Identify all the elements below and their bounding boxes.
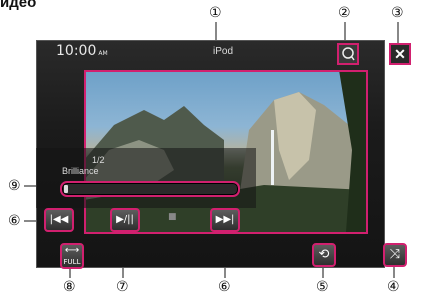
close-button[interactable]: ✕ — [389, 43, 411, 65]
stop-icon: ■ — [168, 212, 177, 222]
repeat-icon: ⟲ — [318, 247, 330, 262]
callout-8: ⑧ — [63, 279, 76, 295]
track-counter: 1/2 — [92, 155, 105, 165]
play-pause-button[interactable]: ▶/|| — [110, 208, 140, 232]
search-button[interactable] — [337, 43, 359, 65]
close-icon: ✕ — [394, 46, 406, 62]
slider-knob[interactable] — [64, 185, 68, 193]
callout-7: ⑦ — [116, 279, 129, 295]
search-icon — [342, 47, 355, 61]
callout-6-left: ⑥ — [8, 213, 21, 229]
brilliance-slider[interactable] — [60, 181, 240, 197]
shuffle-icon: ⤨ — [389, 247, 401, 262]
clock-time: 10:00 — [56, 43, 97, 59]
skip-back-icon: |◀◀ — [49, 214, 69, 225]
wide-mode-label: FULL — [63, 258, 81, 266]
repeat-button[interactable]: ⟲ — [312, 243, 336, 267]
settings-overlay — [36, 148, 256, 208]
wide-mode-icon: ⟷ — [64, 245, 80, 256]
prev-button[interactable]: |◀◀ — [44, 208, 74, 232]
skip-forward-icon: ▶▶| — [215, 214, 235, 225]
callout-4: ④ — [387, 279, 400, 295]
clock: 10:00 AM — [56, 43, 108, 59]
callout-9: ⑨ — [8, 178, 21, 194]
callout-3: ③ — [391, 5, 404, 21]
callout-1: ① — [209, 5, 222, 21]
source-title: iPod — [212, 46, 233, 57]
next-button[interactable]: ▶▶| — [210, 208, 240, 232]
wide-mode-button[interactable]: ⟷ FULL — [60, 243, 84, 269]
callout-2: ② — [338, 5, 351, 21]
shuffle-button[interactable]: ⤨ — [383, 243, 407, 267]
clock-ampm: AM — [98, 50, 108, 57]
play-pause-icon: ▶/|| — [116, 214, 134, 225]
brilliance-label: Brilliance — [62, 166, 99, 176]
callout-5: ⑤ — [316, 279, 329, 295]
callout-6-bottom: ⑥ — [218, 279, 231, 295]
